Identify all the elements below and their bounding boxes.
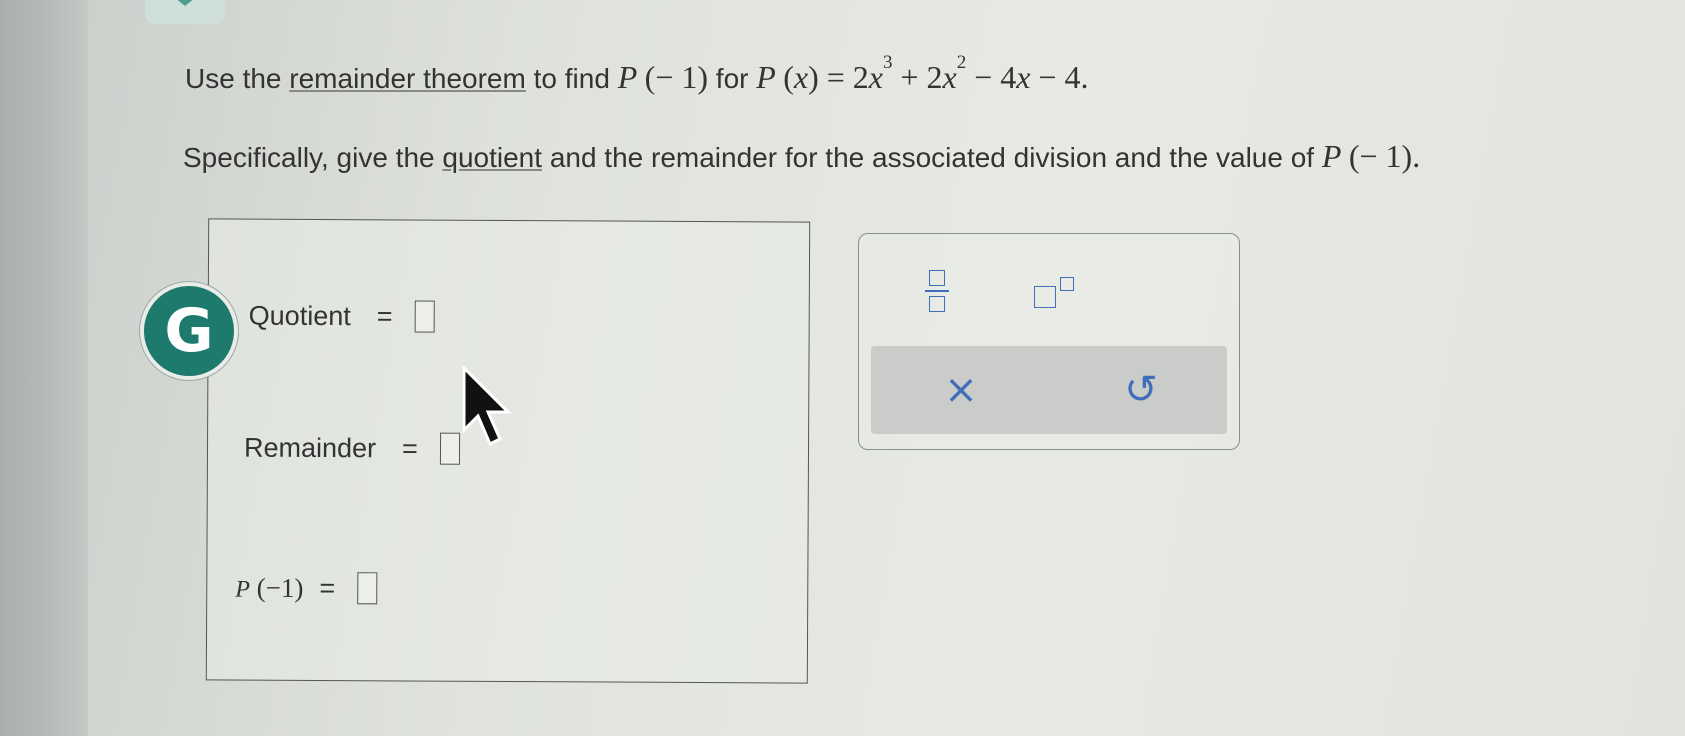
superscript-icon[interactable]	[1019, 264, 1089, 314]
cursor-arrow-icon	[462, 366, 512, 447]
quotient-link[interactable]: quotient	[442, 142, 542, 173]
undo-icon[interactable]: ↺	[1111, 364, 1171, 416]
chevron-down-icon	[175, 0, 195, 6]
base-box	[1034, 286, 1056, 308]
exponent-box	[1060, 277, 1074, 291]
quotient-label: Quotient	[248, 300, 351, 331]
fraction-icon[interactable]	[917, 256, 957, 326]
g-badge-icon[interactable]: G	[140, 282, 238, 380]
p-of-minus-one: P (− 1)	[617, 59, 709, 95]
remainder-input[interactable]	[439, 432, 460, 465]
remainder-label: Remainder	[243, 432, 377, 463]
p-value-label: P (−1)	[235, 572, 304, 603]
quotient-row: Quotient =	[249, 300, 435, 333]
denominator-box	[929, 296, 945, 312]
answer-box: Quotient = Remainder = P (−1) =	[205, 218, 811, 684]
equals-sign: =	[376, 300, 393, 331]
action-bar: × ↺	[871, 346, 1227, 434]
remainder-row: Remainder =	[244, 432, 460, 465]
top-tab[interactable]	[145, 0, 225, 24]
math-toolbox: × ↺	[858, 233, 1240, 450]
p-value-row: P (−1) =	[235, 572, 378, 605]
fraction-bar	[925, 290, 949, 292]
question-line-2: Specifically, give the quotient and the …	[183, 138, 1421, 174]
clear-icon[interactable]: ×	[931, 364, 991, 416]
equals-sign: =	[319, 572, 336, 603]
equals-sign: =	[401, 432, 418, 464]
p-of-minus-one-2: P (− 1).	[1321, 138, 1421, 174]
polynomial: P (x) = 2x3 + 2x2 − 4x − 4.	[756, 52, 1089, 95]
p-value-input[interactable]	[357, 572, 378, 605]
remainder-theorem-link[interactable]: remainder theorem	[289, 63, 526, 94]
quotient-input[interactable]	[414, 300, 435, 333]
question-text: Use the remainder theorem to find P (− 1…	[183, 52, 1421, 175]
left-bezel	[0, 0, 88, 736]
numerator-box	[929, 270, 945, 286]
question-line-1: Use the remainder theorem to find P (− 1…	[185, 52, 1089, 95]
